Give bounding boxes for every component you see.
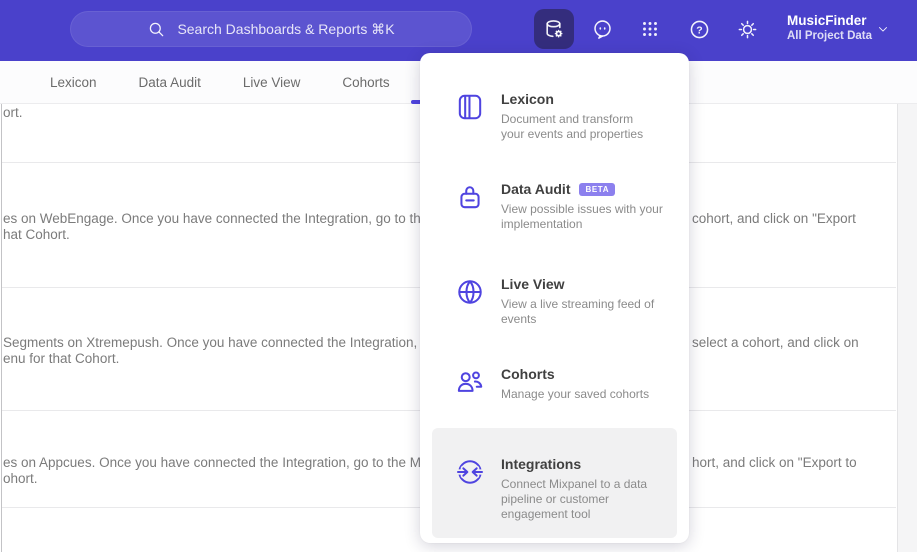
- project-chevron[interactable]: [876, 22, 890, 36]
- table-row-text: hat Cohort.: [3, 227, 70, 242]
- menu-item-title: Integrations: [501, 456, 582, 472]
- table-row-text: es on Appcues. Once you have connected t…: [3, 455, 422, 470]
- table-row-text: select a cohort, and click on: [692, 335, 859, 350]
- project-switcher[interactable]: MusicFinder All Project Data: [787, 12, 872, 44]
- tab-cohorts[interactable]: Cohorts: [342, 75, 389, 90]
- menu-item-text: Lexicon Document and transform your even…: [501, 91, 643, 142]
- sync-arrows-icon: [455, 460, 485, 484]
- search-input[interactable]: Search Dashboards & Reports ⌘K: [70, 11, 472, 47]
- menu-item-title: Lexicon: [501, 91, 554, 107]
- menu-item-desc: Manage your saved cohorts: [501, 387, 650, 401]
- menu-item-title: Cohorts: [501, 366, 555, 382]
- apps-grid-button[interactable]: [630, 9, 670, 49]
- menu-item-lexicon[interactable]: Lexicon Document and transform your even…: [455, 91, 677, 142]
- chevron-down-icon: [879, 27, 887, 32]
- help-button[interactable]: ?: [679, 9, 719, 49]
- audit-lock-icon: [460, 186, 480, 209]
- feedback-button[interactable]: [582, 9, 622, 49]
- search-placeholder: Search Dashboards & Reports ⌘K: [177, 20, 395, 37]
- menu-item-live-view[interactable]: Live View View a live streaming feed of …: [455, 276, 677, 327]
- tab-lexicon[interactable]: Lexicon: [50, 75, 97, 90]
- nav-dropdown-menu: Lexicon Document and transform your even…: [420, 53, 689, 543]
- menu-item-integrations[interactable]: Integrations Connect Mixpanel to a data …: [455, 456, 677, 522]
- top-navigation-bar: Search Dashboards & Reports ⌘K ? MusicFi…: [0, 0, 917, 61]
- feedback-chat-icon: [593, 19, 611, 39]
- help-glyph: ?: [696, 24, 702, 36]
- menu-item-text: Cohorts Manage your saved cohorts: [501, 366, 649, 402]
- settings-gear-icon: [738, 20, 756, 38]
- settings-button[interactable]: [727, 9, 767, 49]
- project-name: MusicFinder: [787, 13, 867, 28]
- menu-item-data-audit[interactable]: Data Audit BETA View possible issues wit…: [455, 181, 677, 232]
- help-icon: ?: [690, 20, 708, 38]
- menu-item-desc: Connect Mixpanel to a data pipeline or c…: [501, 477, 648, 521]
- book-icon: [458, 94, 482, 120]
- menu-item-title: Live View: [501, 276, 565, 292]
- table-row-text: enu for that Cohort.: [3, 351, 120, 366]
- table-row-text: Segments on Xtremepush. Once you have co…: [3, 335, 418, 350]
- menu-item-desc: View a live streaming feed of events: [501, 297, 655, 326]
- menu-item-title: Data Audit BETA: [501, 181, 663, 198]
- search-icon: [150, 22, 164, 36]
- tab-live-view[interactable]: Live View: [243, 75, 301, 90]
- table-row-text: hort, and click on "Export to: [692, 455, 857, 470]
- menu-item-desc: Document and transform your events and p…: [501, 112, 644, 141]
- beta-badge: BETA: [579, 183, 616, 196]
- content-left-border: [1, 61, 2, 552]
- table-row-text: ort.: [3, 105, 23, 120]
- menu-item-title-text: Data Audit: [501, 181, 571, 197]
- table-row-text: cohort, and click on "Export: [692, 211, 856, 226]
- menu-item-text: Data Audit BETA View possible issues wit…: [501, 181, 663, 232]
- globe-icon: [458, 280, 482, 304]
- people-icon: [457, 371, 483, 392]
- mixpanel-app: ort. es on WebEngage. Once you have conn…: [0, 0, 917, 552]
- table-row-text: ohort.: [3, 471, 38, 486]
- menu-item-text: Integrations Connect Mixpanel to a data …: [501, 456, 647, 522]
- menu-item-cohorts[interactable]: Cohorts Manage your saved cohorts: [455, 366, 677, 402]
- data-management-button[interactable]: [534, 9, 574, 49]
- data-management-icon: [546, 20, 563, 38]
- menu-item-text: Live View View a live streaming feed of …: [501, 276, 654, 327]
- project-subtitle: All Project Data: [787, 30, 872, 42]
- tab-data-audit[interactable]: Data Audit: [139, 75, 201, 90]
- apps-grid-icon: [643, 22, 657, 36]
- table-row-text: es on WebEngage. Once you have connected…: [3, 211, 429, 226]
- menu-item-desc: View possible issues with your implement…: [501, 202, 663, 231]
- page-right-gutter: [897, 104, 917, 552]
